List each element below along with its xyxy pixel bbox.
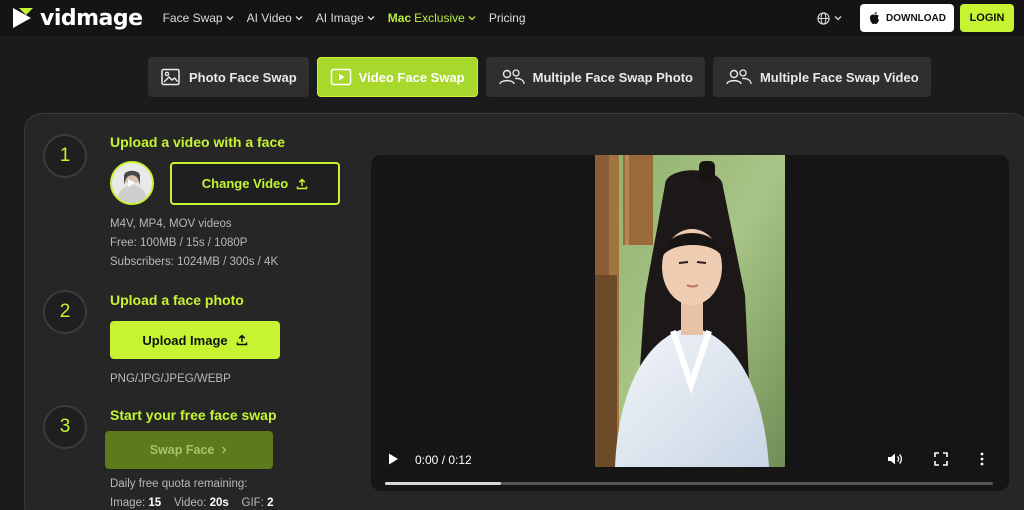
video-controls: 0:00 / 0:12 xyxy=(371,431,1009,491)
tab-video-face-swap[interactable]: Video Face Swap xyxy=(316,57,478,97)
image-format-info: PNG/JPG/JPEG/WEBP xyxy=(110,373,231,385)
quota-label: Daily free quota remaining: xyxy=(110,478,248,490)
step-2-number: 2 xyxy=(59,301,71,322)
play-icon xyxy=(330,68,351,86)
video-thumbnail-image xyxy=(112,163,152,203)
language-selector[interactable] xyxy=(817,11,842,25)
play-icon[interactable] xyxy=(387,452,399,466)
tab-multiple-face-swap-photo[interactable]: Multiple Face Swap Photo xyxy=(485,57,705,97)
step-3-number: 3 xyxy=(59,416,71,437)
menu-pricing[interactable]: Pricing xyxy=(489,11,526,25)
nav-actions: DOWNLOAD LOGIN xyxy=(817,4,1014,32)
subscriber-limits: Subscribers: 1024MB / 300s / 4K xyxy=(110,256,279,268)
step-1-badge: 1 xyxy=(43,134,87,178)
mode-tabs: Photo Face Swap Video Face Swap Multiple… xyxy=(148,57,931,97)
tab-multi-photo-label: Multiple Face Swap Photo xyxy=(532,69,693,85)
menu-mac-exclusive[interactable]: Mac Exclusive xyxy=(388,11,476,25)
free-limits: Free: 100MB / 15s / 1080P xyxy=(110,237,248,249)
step-1-number: 1 xyxy=(59,145,71,166)
tab-photo-label: Photo Face Swap xyxy=(189,69,297,85)
chevron-down-icon xyxy=(834,16,842,21)
menu-pricing-label: Pricing xyxy=(488,11,526,25)
menu-mac-label: Mac xyxy=(387,11,412,25)
quota-gif-label: GIF: xyxy=(241,497,264,509)
tab-photo-face-swap[interactable]: Photo Face Swap xyxy=(148,57,309,97)
chevron-down-icon xyxy=(468,16,476,21)
tab-multiple-face-swap-video[interactable]: Multiple Face Swap Video xyxy=(712,57,931,97)
menu-exclusive-label: Exclusive xyxy=(414,11,465,25)
chevron-right-icon xyxy=(222,446,227,454)
video-format-info: M4V, MP4, MOV videos Free: 100MB / 15s /… xyxy=(110,215,278,272)
video-progress-fill xyxy=(385,482,501,485)
upload-icon xyxy=(236,334,247,346)
video-progress-bar[interactable] xyxy=(385,482,993,485)
menu-ai-video[interactable]: AI Video xyxy=(247,11,303,25)
more-options-icon[interactable] xyxy=(979,452,985,466)
menu-ai-image[interactable]: AI Image xyxy=(316,11,375,25)
brand-logo[interactable]: vidmage xyxy=(10,5,143,31)
swap-face-label: Swap Face xyxy=(149,443,215,457)
image-icon xyxy=(161,68,180,86)
menu-face-swap[interactable]: Face Swap xyxy=(163,11,234,25)
download-label: DOWNLOAD xyxy=(886,12,946,24)
step-3-badge: 3 xyxy=(43,405,87,449)
top-nav: vidmage Face Swap AI Video AI Image Mac … xyxy=(0,0,1024,36)
step-3-title: Start your free face swap xyxy=(110,407,277,423)
download-button[interactable]: DOWNLOAD xyxy=(860,4,954,32)
video-time: 0:00 / 0:12 xyxy=(415,453,472,467)
quota-video-value: 20s xyxy=(209,497,229,509)
chevron-down-icon xyxy=(367,16,375,21)
tab-video-label: Video Face Swap xyxy=(358,69,465,85)
fullscreen-icon[interactable] xyxy=(934,452,948,466)
login-button[interactable]: LOGIN xyxy=(960,4,1014,32)
video-formats: M4V, MP4, MOV videos xyxy=(110,218,232,230)
quota-values: Image: 15 Video: 20s GIF: 2 xyxy=(110,494,274,510)
upload-icon xyxy=(296,177,308,189)
chevron-down-icon xyxy=(226,16,234,21)
quota-video-label: Video: xyxy=(173,497,207,509)
quota-image-value: 15 xyxy=(148,497,162,509)
step-1-title: Upload a video with a face xyxy=(110,134,286,150)
menu-ai-video-label: AI Video xyxy=(246,11,292,25)
quota-image-label: Image: xyxy=(110,497,146,509)
step-2-title: Upload a face photo xyxy=(110,292,244,308)
video-player[interactable]: 0:00 / 0:12 xyxy=(371,155,1009,491)
apple-icon xyxy=(870,11,879,24)
change-video-label: Change Video xyxy=(201,176,289,191)
face-swap-panel: 1 Upload a video with a face Change Vide… xyxy=(24,113,1024,510)
change-video-button[interactable]: Change Video xyxy=(170,162,340,205)
upload-image-button[interactable]: Upload Image xyxy=(110,321,280,359)
chevron-down-icon xyxy=(295,16,303,21)
tab-multi-video-label: Multiple Face Swap Video xyxy=(759,69,919,85)
multi-face-icon xyxy=(726,69,752,85)
step-2-badge: 2 xyxy=(43,290,87,334)
volume-icon[interactable] xyxy=(887,452,903,466)
main-menu: Face Swap AI Video AI Image Mac Exclusiv… xyxy=(163,11,526,25)
uploaded-video-thumbnail[interactable] xyxy=(110,161,154,205)
brand-name: vidmage xyxy=(40,5,143,31)
multi-face-icon xyxy=(498,69,525,85)
login-label: LOGIN xyxy=(969,12,1005,24)
quota-info: Daily free quota remaining: Image: 15 Vi… xyxy=(110,475,274,510)
quota-gif-value: 2 xyxy=(267,497,274,509)
vidmage-logo-icon xyxy=(13,8,33,28)
video-preview-frame xyxy=(595,155,785,467)
upload-image-label: Upload Image xyxy=(142,332,228,348)
menu-face-swap-label: Face Swap xyxy=(162,11,223,25)
swap-face-button[interactable]: Swap Face xyxy=(105,431,273,469)
globe-icon xyxy=(817,11,830,25)
menu-ai-image-label: AI Image xyxy=(315,11,364,25)
